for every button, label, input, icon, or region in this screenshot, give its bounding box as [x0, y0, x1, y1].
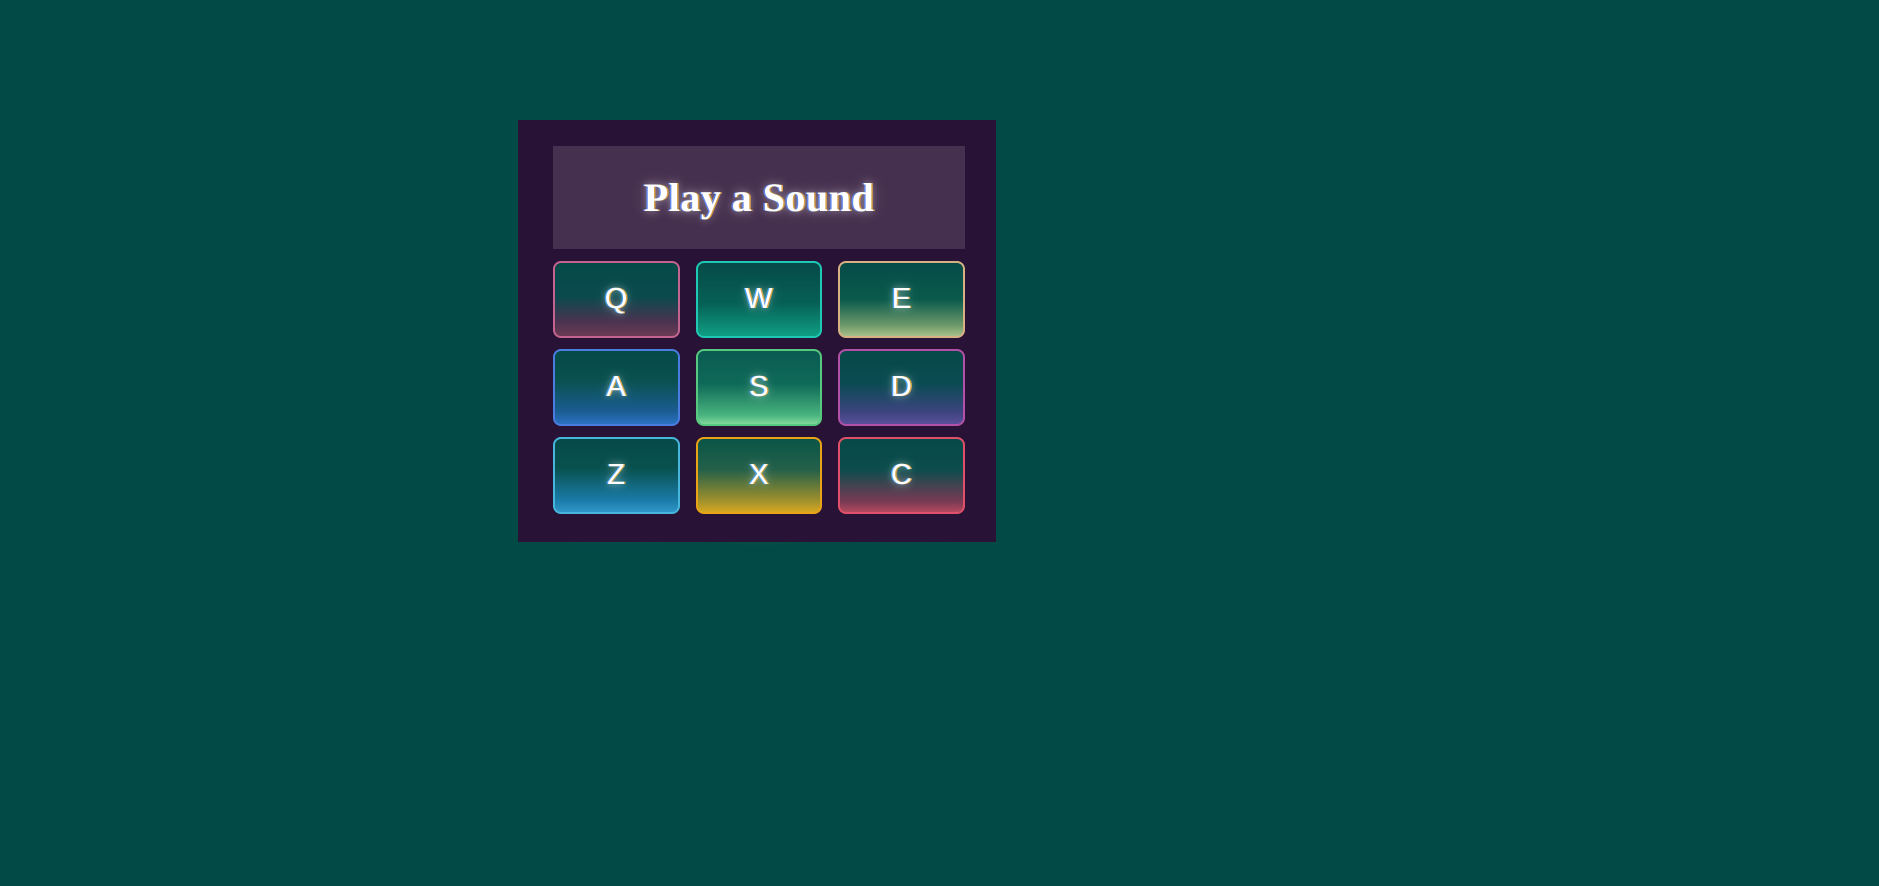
- drum-pad-s[interactable]: S: [695, 349, 823, 426]
- title-bar: Play a Sound: [553, 146, 965, 249]
- drum-pad-w[interactable]: W: [695, 261, 823, 338]
- drum-pad-label: A: [606, 371, 627, 403]
- drum-pad-label: X: [749, 459, 769, 491]
- drum-pad-label: S: [749, 371, 769, 403]
- drum-pad-d[interactable]: D: [838, 349, 965, 426]
- drum-pad-q[interactable]: Q: [553, 261, 680, 338]
- drum-pad-grid: Q W E A S D Z X C: [553, 261, 965, 514]
- drum-pad-x[interactable]: X: [695, 437, 823, 514]
- drum-pad-label: D: [890, 371, 913, 403]
- drum-pad-c[interactable]: C: [838, 437, 965, 514]
- drum-pad-e[interactable]: E: [838, 261, 965, 338]
- drum-pad-label: C: [890, 459, 913, 491]
- drum-pad-a[interactable]: A: [553, 349, 680, 426]
- drum-machine-panel: Play a Sound Q W E A S D Z X C: [518, 120, 996, 542]
- drum-pad-label: Z: [607, 459, 626, 491]
- drum-pad-label: W: [745, 283, 773, 315]
- drum-pad-label: Q: [604, 283, 628, 315]
- page-title: Play a Sound: [643, 175, 875, 220]
- drum-pad-label: E: [891, 283, 912, 315]
- drum-pad-z[interactable]: Z: [553, 437, 680, 514]
